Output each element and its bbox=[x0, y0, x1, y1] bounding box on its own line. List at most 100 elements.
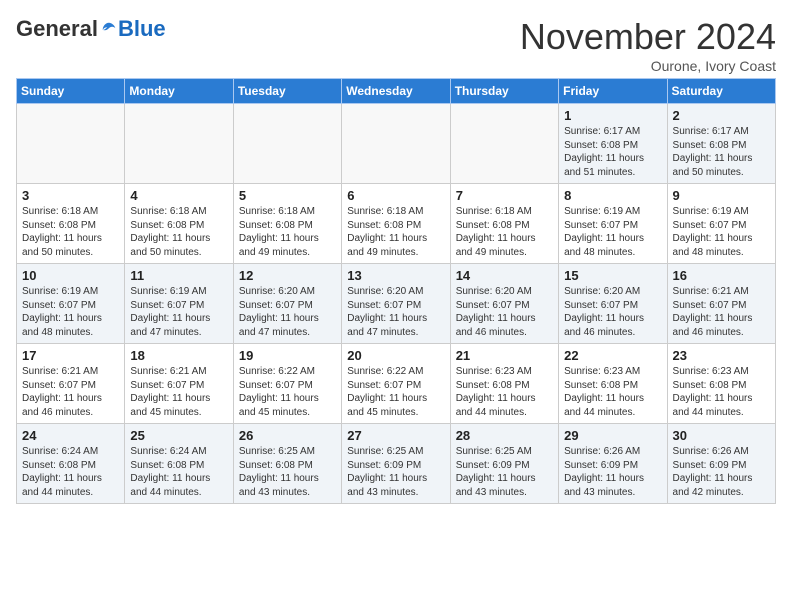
day-number: 15 bbox=[564, 268, 661, 283]
day-info: Sunrise: 6:17 AM Sunset: 6:08 PM Dayligh… bbox=[564, 125, 661, 179]
location-text: Ourone, Ivory Coast bbox=[520, 58, 776, 74]
day-number: 3 bbox=[22, 188, 119, 203]
title-block: November 2024 Ourone, Ivory Coast bbox=[520, 16, 776, 74]
day-number: 4 bbox=[130, 188, 227, 203]
calendar-table: SundayMondayTuesdayWednesdayThursdayFrid… bbox=[16, 78, 776, 504]
day-info: Sunrise: 6:21 AM Sunset: 6:07 PM Dayligh… bbox=[22, 365, 119, 419]
calendar-cell: 23 Sunrise: 6:23 AM Sunset: 6:08 PM Dayli… bbox=[667, 344, 775, 424]
calendar-cell: 19 Sunrise: 6:22 AM Sunset: 6:07 PM Dayli… bbox=[233, 344, 341, 424]
column-header-tuesday: Tuesday bbox=[233, 79, 341, 104]
calendar-cell bbox=[450, 104, 558, 184]
day-info: Sunrise: 6:18 AM Sunset: 6:08 PM Dayligh… bbox=[456, 205, 553, 259]
day-info: Sunrise: 6:25 AM Sunset: 6:08 PM Dayligh… bbox=[239, 445, 336, 499]
day-info: Sunrise: 6:19 AM Sunset: 6:07 PM Dayligh… bbox=[673, 205, 770, 259]
calendar-cell bbox=[17, 104, 125, 184]
column-header-sunday: Sunday bbox=[17, 79, 125, 104]
day-info: Sunrise: 6:21 AM Sunset: 6:07 PM Dayligh… bbox=[130, 365, 227, 419]
month-title: November 2024 bbox=[520, 16, 776, 58]
day-number: 11 bbox=[130, 268, 227, 283]
day-info: Sunrise: 6:18 AM Sunset: 6:08 PM Dayligh… bbox=[239, 205, 336, 259]
day-number: 12 bbox=[239, 268, 336, 283]
day-info: Sunrise: 6:24 AM Sunset: 6:08 PM Dayligh… bbox=[22, 445, 119, 499]
day-info: Sunrise: 6:20 AM Sunset: 6:07 PM Dayligh… bbox=[239, 285, 336, 339]
calendar-cell: 27 Sunrise: 6:25 AM Sunset: 6:09 PM Dayli… bbox=[342, 424, 450, 504]
calendar-cell bbox=[342, 104, 450, 184]
day-info: Sunrise: 6:22 AM Sunset: 6:07 PM Dayligh… bbox=[239, 365, 336, 419]
day-number: 9 bbox=[673, 188, 770, 203]
day-info: Sunrise: 6:26 AM Sunset: 6:09 PM Dayligh… bbox=[673, 445, 770, 499]
day-number: 5 bbox=[239, 188, 336, 203]
day-number: 2 bbox=[673, 108, 770, 123]
day-info: Sunrise: 6:17 AM Sunset: 6:08 PM Dayligh… bbox=[673, 125, 770, 179]
day-info: Sunrise: 6:19 AM Sunset: 6:07 PM Dayligh… bbox=[22, 285, 119, 339]
column-header-monday: Monday bbox=[125, 79, 233, 104]
calendar-cell: 11 Sunrise: 6:19 AM Sunset: 6:07 PM Dayli… bbox=[125, 264, 233, 344]
day-number: 8 bbox=[564, 188, 661, 203]
day-info: Sunrise: 6:22 AM Sunset: 6:07 PM Dayligh… bbox=[347, 365, 444, 419]
day-number: 16 bbox=[673, 268, 770, 283]
calendar-cell: 20 Sunrise: 6:22 AM Sunset: 6:07 PM Dayli… bbox=[342, 344, 450, 424]
day-number: 13 bbox=[347, 268, 444, 283]
day-number: 21 bbox=[456, 348, 553, 363]
calendar-cell: 5 Sunrise: 6:18 AM Sunset: 6:08 PM Daylig… bbox=[233, 184, 341, 264]
calendar-cell: 29Sunrise: 6:26 AM Sunset: 6:09 PM Dayli… bbox=[559, 424, 667, 504]
calendar-cell: 17 Sunrise: 6:21 AM Sunset: 6:07 PM Dayli… bbox=[17, 344, 125, 424]
day-info: Sunrise: 6:21 AM Sunset: 6:07 PM Dayligh… bbox=[673, 285, 770, 339]
calendar-cell: 18 Sunrise: 6:21 AM Sunset: 6:07 PM Dayli… bbox=[125, 344, 233, 424]
column-header-friday: Friday bbox=[559, 79, 667, 104]
calendar-week-row: 24 Sunrise: 6:24 AM Sunset: 6:08 PM Dayli… bbox=[17, 424, 776, 504]
logo-bird-icon bbox=[100, 20, 118, 38]
calendar-cell: 26 Sunrise: 6:25 AM Sunset: 6:08 PM Dayli… bbox=[233, 424, 341, 504]
day-number: 25 bbox=[130, 428, 227, 443]
day-number: 28 bbox=[456, 428, 553, 443]
day-number: 23 bbox=[673, 348, 770, 363]
calendar-cell: 21 Sunrise: 6:23 AM Sunset: 6:08 PM Dayli… bbox=[450, 344, 558, 424]
day-number: 7 bbox=[456, 188, 553, 203]
calendar-cell: 9 Sunrise: 6:19 AM Sunset: 6:07 PM Daylig… bbox=[667, 184, 775, 264]
column-header-wednesday: Wednesday bbox=[342, 79, 450, 104]
day-number: 24 bbox=[22, 428, 119, 443]
calendar-cell: 7 Sunrise: 6:18 AM Sunset: 6:08 PM Daylig… bbox=[450, 184, 558, 264]
day-info: Sunrise: 6:18 AM Sunset: 6:08 PM Dayligh… bbox=[130, 205, 227, 259]
page-header: General Blue November 2024 Ourone, Ivory… bbox=[16, 16, 776, 74]
day-info: Sunrise: 6:19 AM Sunset: 6:07 PM Dayligh… bbox=[130, 285, 227, 339]
day-info: Sunrise: 6:23 AM Sunset: 6:08 PM Dayligh… bbox=[456, 365, 553, 419]
day-number: 1 bbox=[564, 108, 661, 123]
day-info: Sunrise: 6:23 AM Sunset: 6:08 PM Dayligh… bbox=[564, 365, 661, 419]
calendar-header-row: SundayMondayTuesdayWednesdayThursdayFrid… bbox=[17, 79, 776, 104]
day-number: 17 bbox=[22, 348, 119, 363]
calendar-week-row: 1 Sunrise: 6:17 AM Sunset: 6:08 PM Daylig… bbox=[17, 104, 776, 184]
day-info: Sunrise: 6:25 AM Sunset: 6:09 PM Dayligh… bbox=[456, 445, 553, 499]
calendar-cell: 2 Sunrise: 6:17 AM Sunset: 6:08 PM Daylig… bbox=[667, 104, 775, 184]
column-header-saturday: Saturday bbox=[667, 79, 775, 104]
calendar-cell: 4 Sunrise: 6:18 AM Sunset: 6:08 PM Daylig… bbox=[125, 184, 233, 264]
calendar-cell: 13 Sunrise: 6:20 AM Sunset: 6:07 PM Dayli… bbox=[342, 264, 450, 344]
day-info: Sunrise: 6:20 AM Sunset: 6:07 PM Dayligh… bbox=[347, 285, 444, 339]
day-info: Sunrise: 6:20 AM Sunset: 6:07 PM Dayligh… bbox=[456, 285, 553, 339]
day-number: 6 bbox=[347, 188, 444, 203]
day-info: Sunrise: 6:18 AM Sunset: 6:08 PM Dayligh… bbox=[22, 205, 119, 259]
day-number: 18 bbox=[130, 348, 227, 363]
calendar-cell: 15 Sunrise: 6:20 AM Sunset: 6:07 PM Dayli… bbox=[559, 264, 667, 344]
day-number: 27 bbox=[347, 428, 444, 443]
day-info: Sunrise: 6:23 AM Sunset: 6:08 PM Dayligh… bbox=[673, 365, 770, 419]
calendar-cell: 24 Sunrise: 6:24 AM Sunset: 6:08 PM Dayli… bbox=[17, 424, 125, 504]
day-info: Sunrise: 6:18 AM Sunset: 6:08 PM Dayligh… bbox=[347, 205, 444, 259]
calendar-cell: 3 Sunrise: 6:18 AM Sunset: 6:08 PM Daylig… bbox=[17, 184, 125, 264]
day-number: 22 bbox=[564, 348, 661, 363]
calendar-week-row: 3 Sunrise: 6:18 AM Sunset: 6:08 PM Daylig… bbox=[17, 184, 776, 264]
logo-general-text: General bbox=[16, 16, 98, 42]
day-info: Sunrise: 6:24 AM Sunset: 6:08 PM Dayligh… bbox=[130, 445, 227, 499]
day-number: 20 bbox=[347, 348, 444, 363]
calendar-cell: 6 Sunrise: 6:18 AM Sunset: 6:08 PM Daylig… bbox=[342, 184, 450, 264]
day-info: Sunrise: 6:25 AM Sunset: 6:09 PM Dayligh… bbox=[347, 445, 444, 499]
calendar-cell: 14Sunrise: 6:20 AM Sunset: 6:07 PM Dayli… bbox=[450, 264, 558, 344]
calendar-cell: 28 Sunrise: 6:25 AM Sunset: 6:09 PM Dayli… bbox=[450, 424, 558, 504]
day-info: Sunrise: 6:19 AM Sunset: 6:07 PM Dayligh… bbox=[564, 205, 661, 259]
calendar-cell: 30Sunrise: 6:26 AM Sunset: 6:09 PM Dayli… bbox=[667, 424, 775, 504]
day-number: 19 bbox=[239, 348, 336, 363]
day-number: 26 bbox=[239, 428, 336, 443]
calendar-cell: 16 Sunrise: 6:21 AM Sunset: 6:07 PM Dayli… bbox=[667, 264, 775, 344]
calendar-cell: 1 Sunrise: 6:17 AM Sunset: 6:08 PM Daylig… bbox=[559, 104, 667, 184]
day-info: Sunrise: 6:20 AM Sunset: 6:07 PM Dayligh… bbox=[564, 285, 661, 339]
